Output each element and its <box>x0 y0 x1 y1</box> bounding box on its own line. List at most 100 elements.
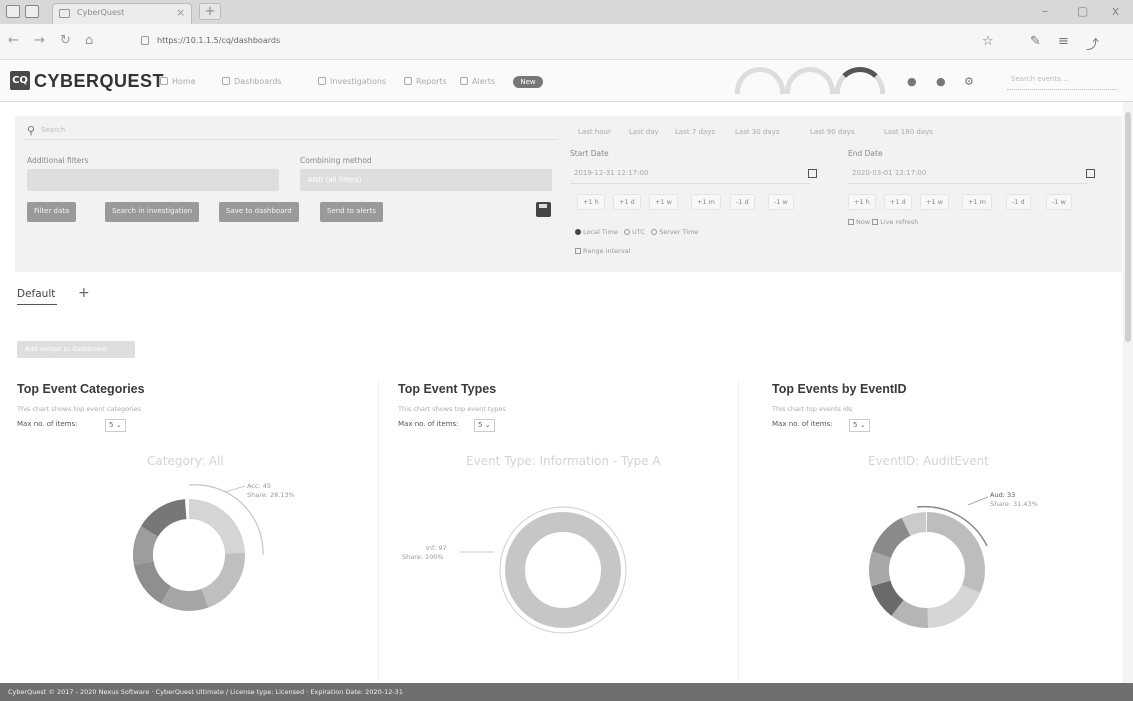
home-icon <box>160 77 168 85</box>
scrollbar-thumb[interactable] <box>1125 112 1131 342</box>
start-date-input[interactable]: 2019-12-31 12:17:00 <box>570 164 810 184</box>
end-chip[interactable]: +1 h <box>848 194 876 210</box>
legend-line-1: Inf: 97 <box>426 544 447 552</box>
quick-range-last-7-days[interactable]: Last 7 days <box>675 128 715 136</box>
quick-range-last-hour[interactable]: Last hour <box>578 128 611 136</box>
home-icon[interactable]: ⌂ <box>85 33 93 48</box>
range-interval-checkbox[interactable] <box>575 248 581 254</box>
max-items-select[interactable]: 5 ⌄ <box>105 419 126 432</box>
end-calendar-icon[interactable] <box>1086 169 1095 178</box>
quick-range-last-30-days[interactable]: Last 30 days <box>735 128 779 136</box>
logo-mark: CQ <box>10 71 30 90</box>
add-widget-button[interactable]: Add widget to dashboard <box>17 341 135 358</box>
widget-title: Top Event Types <box>398 382 497 396</box>
end-chip[interactable]: +1 w <box>920 194 949 210</box>
max-items-select[interactable]: 5 ⌄ <box>474 419 495 432</box>
page-favicon-icon <box>59 9 70 18</box>
add-tab-button[interactable]: + <box>78 285 90 301</box>
start-chip[interactable]: +1 h <box>577 194 605 210</box>
radio-utc[interactable] <box>624 229 631 235</box>
quick-range-last-90-days[interactable]: Last 90 days <box>810 128 854 136</box>
quick-range-last-day[interactable]: Last day <box>629 128 659 136</box>
max-items-select[interactable]: 5 ⌄ <box>849 419 870 432</box>
hub-icon[interactable]: ≡ <box>1058 34 1069 49</box>
browser-tab[interactable]: CyberQuest × <box>52 3 192 24</box>
minimize-icon[interactable]: – <box>1042 4 1048 18</box>
legend-line-2: Share: 100% <box>402 553 444 561</box>
end-date-label: End Date <box>848 149 883 158</box>
end-chip[interactable]: -1 w <box>1046 194 1072 210</box>
combining-method-label: Combining method <box>300 156 372 165</box>
browser-address-bar: ← → ↻ ⌂ https://10.1.1.5/cq/dashboards ☆… <box>0 24 1133 60</box>
filter-data-button[interactable]: Filter data <box>27 202 77 222</box>
global-search-input[interactable]: Search events… <box>1007 73 1117 90</box>
start-chip[interactable]: -1 d <box>730 194 755 210</box>
legend-leader <box>224 485 246 493</box>
menu-item-investigations[interactable]: Investigations <box>318 77 386 86</box>
share-icon[interactable]: ⤴ <box>1086 34 1099 53</box>
widget-top-event-types: Top Event Types This chart shows top eve… <box>398 380 738 680</box>
quick-range-last-180-days[interactable]: Last 180 days <box>884 128 933 136</box>
reload-icon[interactable]: ↻ <box>60 33 71 48</box>
donut-slices <box>869 512 985 628</box>
back-icon[interactable]: ← <box>8 33 19 48</box>
legend-line-1: Acc: 45 <box>247 482 271 490</box>
save-icon[interactable] <box>536 202 551 217</box>
menu-item-dashboards[interactable]: Dashboards <box>222 77 282 86</box>
now-checkbox[interactable] <box>848 219 854 225</box>
menu-item-reports[interactable]: Reports <box>404 77 447 86</box>
end-chip[interactable]: +1 m <box>962 194 992 210</box>
start-chip[interactable]: -1 w <box>768 194 794 210</box>
combining-method-select[interactable]: AND (all filters) <box>300 169 552 191</box>
memory-gauge <box>785 67 835 94</box>
search-icon <box>318 77 326 85</box>
widget-description: This chart shows top event categories <box>17 405 141 413</box>
close-tab-icon[interactable]: × <box>176 6 185 19</box>
search-placeholder: Search <box>41 126 66 134</box>
browser-tab-bar: CyberQuest × + – ▢ x <box>0 0 1133 24</box>
start-chip[interactable]: +1 w <box>649 194 678 210</box>
menu-item-alerts[interactable]: Alerts <box>460 77 495 86</box>
start-calendar-icon[interactable] <box>808 169 817 178</box>
notifications-icon[interactable]: ● <box>907 75 917 88</box>
widget-description: This chart top events ids <box>772 405 853 413</box>
notes-icon[interactable]: ✎ <box>1030 34 1041 49</box>
radio-server-time[interactable] <box>651 229 658 235</box>
live-refresh-checkbox[interactable] <box>872 219 879 225</box>
favorite-star-icon[interactable]: ☆ <box>982 34 994 49</box>
end-chip[interactable]: +1 d <box>884 194 912 210</box>
slice[interactable] <box>505 512 621 628</box>
tab-actions-icon[interactable] <box>6 5 20 18</box>
widget-title: Top Events by EventID <box>772 382 907 396</box>
send-to-alerts-button[interactable]: Send to alerts <box>320 202 383 222</box>
additional-filters-select[interactable] <box>27 169 279 191</box>
browser-tab-title: CyberQuest <box>77 8 125 17</box>
url-field[interactable]: https://10.1.1.5/cq/dashboards <box>135 33 955 51</box>
menu-item-home[interactable]: Home <box>160 77 196 86</box>
user-icon[interactable]: ● <box>936 75 946 88</box>
forward-icon[interactable]: → <box>34 33 45 48</box>
legend-line-2: Share: 31.43% <box>990 500 1038 508</box>
new-tab-button[interactable]: + <box>199 3 221 20</box>
range-interval-option[interactable]: Range interval <box>575 247 630 255</box>
donut-chart: Inf: 97 Share: 100% <box>402 506 627 634</box>
save-to-dashboard-button[interactable]: Save to dashboard <box>219 202 299 222</box>
search-investigation-button[interactable]: Search in investigation <box>105 202 200 222</box>
logo-text[interactable]: CYBERQUEST <box>34 71 164 92</box>
settings-icon[interactable]: ⚙ <box>964 75 974 88</box>
donut-chart: Aud: 33 Share: 31.43% <box>869 491 1038 628</box>
radio-local-time[interactable] <box>575 229 581 235</box>
tab-preview-icon[interactable] <box>25 5 39 18</box>
tab-default[interactable]: Default <box>17 288 58 305</box>
end-date-input[interactable]: 2020-03-01 12:17:00 <box>848 164 1088 184</box>
close-window-icon[interactable]: x <box>1112 4 1119 18</box>
search-input[interactable]: ⚲ Search <box>23 124 558 140</box>
report-icon <box>404 77 412 85</box>
new-badge[interactable]: New <box>513 76 543 88</box>
start-chip[interactable]: +1 d <box>613 194 641 210</box>
maximize-icon[interactable]: ▢ <box>1077 4 1088 18</box>
end-chip[interactable]: -1 d <box>1006 194 1031 210</box>
app-header: CQ CYBERQUEST Home Dashboards Investigat… <box>0 60 1133 102</box>
start-chip[interactable]: +1 m <box>691 194 721 210</box>
widget-title: Top Event Categories <box>17 382 145 396</box>
